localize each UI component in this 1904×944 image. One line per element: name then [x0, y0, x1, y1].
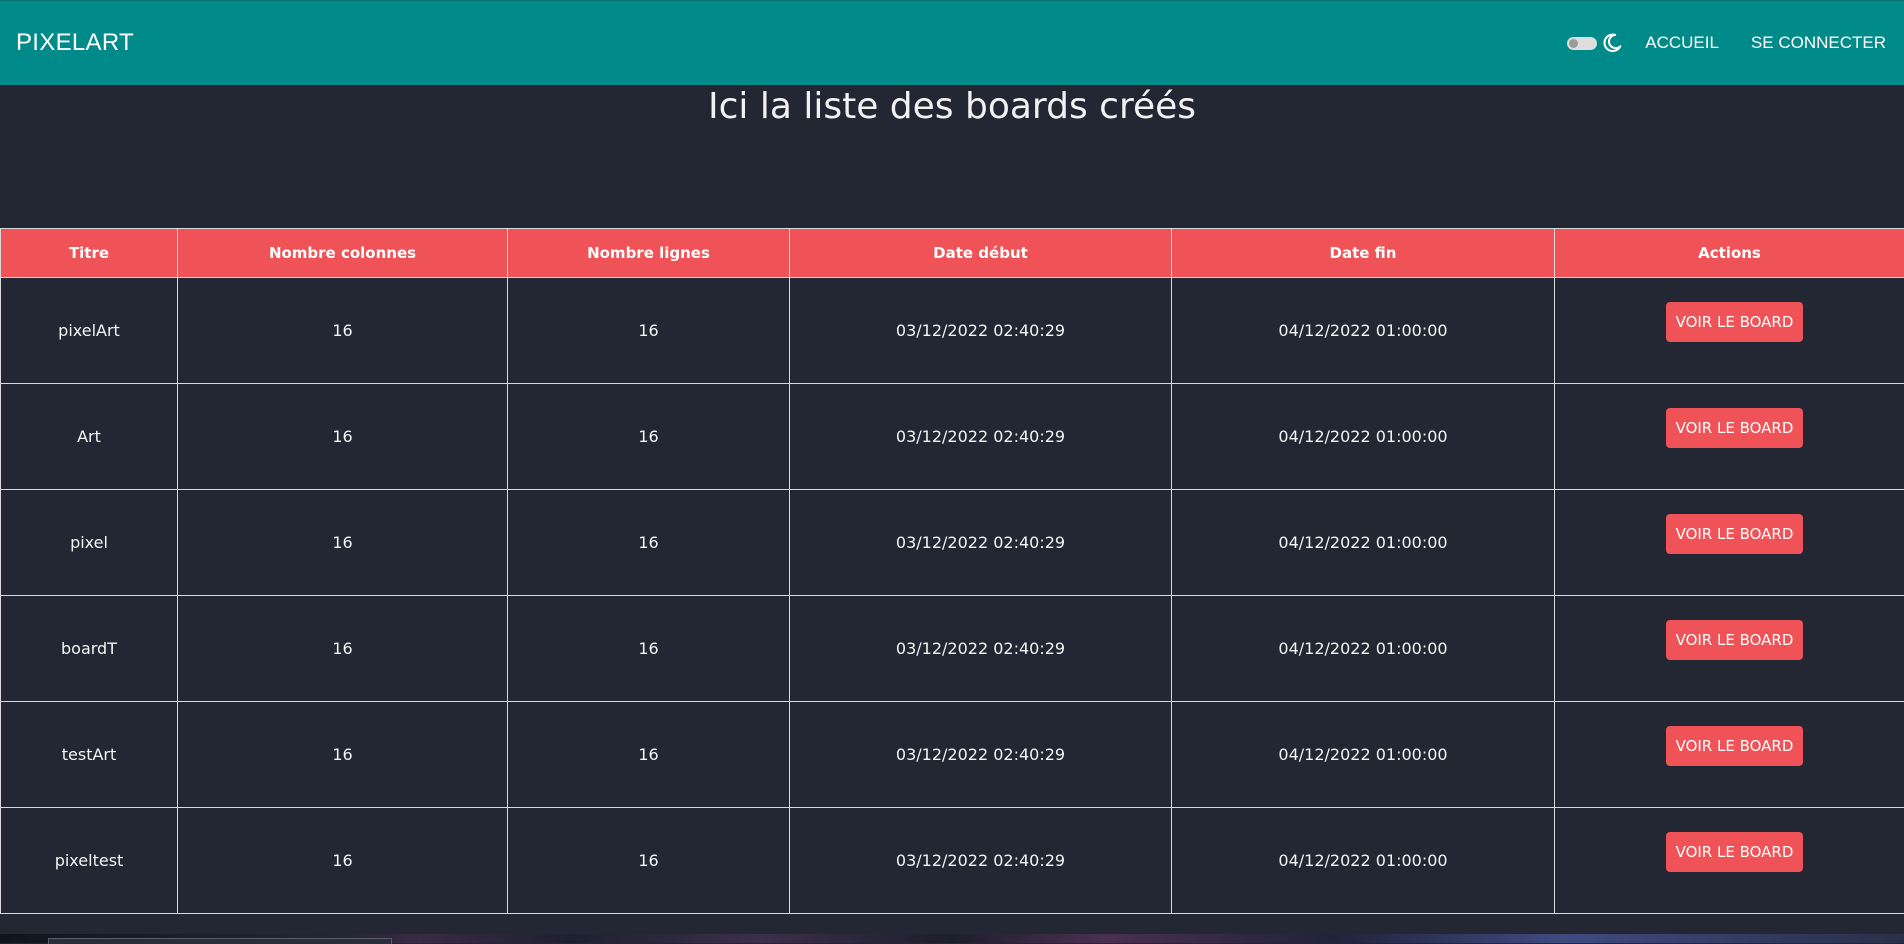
- cell-date-debut: 03/12/2022 02:40:29: [790, 702, 1172, 808]
- cell-date-debut: 03/12/2022 02:40:29: [790, 490, 1172, 596]
- cell-date-fin: 04/12/2022 01:00:00: [1172, 808, 1555, 914]
- cell-date-fin: 04/12/2022 01:00:00: [1172, 596, 1555, 702]
- cell-colonnes: 16: [178, 384, 508, 490]
- cell-date-debut: 03/12/2022 02:40:29: [790, 384, 1172, 490]
- taskbar-search-box[interactable]: [48, 938, 392, 944]
- header-nombre-colonnes: Nombre colonnes: [178, 229, 508, 278]
- cell-lignes: 16: [508, 490, 790, 596]
- voir-board-button[interactable]: VOIR LE BOARD: [1666, 726, 1804, 766]
- table-row: Art 16 16 03/12/2022 02:40:29 04/12/2022…: [1, 384, 1904, 490]
- navbar: PIXELART ACCUEIL SE CONNECTER: [0, 0, 1904, 85]
- voir-board-button[interactable]: VOIR LE BOARD: [1666, 620, 1804, 660]
- cell-colonnes: 16: [178, 808, 508, 914]
- cell-actions: VOIR LE BOARD: [1555, 278, 1904, 384]
- table-row: boardT 16 16 03/12/2022 02:40:29 04/12/2…: [1, 596, 1904, 702]
- theme-toggle[interactable]: [1567, 37, 1597, 50]
- cell-actions: VOIR LE BOARD: [1555, 384, 1904, 490]
- brand-logo[interactable]: PIXELART: [16, 29, 134, 57]
- cell-actions: VOIR LE BOARD: [1555, 702, 1904, 808]
- cell-colonnes: 16: [178, 596, 508, 702]
- nav-right: ACCUEIL SE CONNECTER: [1567, 27, 1886, 59]
- boards-table: Titre Nombre colonnes Nombre lignes Date…: [0, 228, 1904, 914]
- cell-lignes: 16: [508, 384, 790, 490]
- cell-lignes: 16: [508, 278, 790, 384]
- voir-board-button[interactable]: VOIR LE BOARD: [1666, 302, 1804, 342]
- cell-lignes: 16: [508, 808, 790, 914]
- page-title: Ici la liste des boards créés: [0, 86, 1904, 127]
- table-row: pixel 16 16 03/12/2022 02:40:29 04/12/20…: [1, 490, 1904, 596]
- toggle-knob: [1569, 39, 1578, 48]
- voir-board-button[interactable]: VOIR LE BOARD: [1666, 408, 1804, 448]
- cell-titre: pixeltest: [1, 808, 178, 914]
- cell-actions: VOIR LE BOARD: [1555, 808, 1904, 914]
- cell-date-fin: 04/12/2022 01:00:00: [1172, 490, 1555, 596]
- cell-colonnes: 16: [178, 490, 508, 596]
- table-row: testArt 16 16 03/12/2022 02:40:29 04/12/…: [1, 702, 1904, 808]
- cell-titre: testArt: [1, 702, 178, 808]
- header-actions: Actions: [1555, 229, 1904, 278]
- header-titre: Titre: [1, 229, 178, 278]
- cell-lignes: 16: [508, 702, 790, 808]
- cell-date-debut: 03/12/2022 02:40:29: [790, 596, 1172, 702]
- cell-titre: boardT: [1, 596, 178, 702]
- voir-board-button[interactable]: VOIR LE BOARD: [1666, 832, 1804, 872]
- cell-actions: VOIR LE BOARD: [1555, 596, 1904, 702]
- table-row: pixeltest 16 16 03/12/2022 02:40:29 04/1…: [1, 808, 1904, 914]
- voir-board-button[interactable]: VOIR LE BOARD: [1666, 514, 1804, 554]
- cell-actions: VOIR LE BOARD: [1555, 490, 1904, 596]
- table-row: pixelArt 16 16 03/12/2022 02:40:29 04/12…: [1, 278, 1904, 384]
- cell-colonnes: 16: [178, 278, 508, 384]
- cell-date-debut: 03/12/2022 02:40:29: [790, 278, 1172, 384]
- moon-icon[interactable]: [1601, 32, 1623, 54]
- cell-date-fin: 04/12/2022 01:00:00: [1172, 278, 1555, 384]
- header-nombre-lignes: Nombre lignes: [508, 229, 790, 278]
- cell-titre: pixel: [1, 490, 178, 596]
- cell-date-debut: 03/12/2022 02:40:29: [790, 808, 1172, 914]
- cell-colonnes: 16: [178, 702, 508, 808]
- header-date-fin: Date fin: [1172, 229, 1555, 278]
- cell-titre: Art: [1, 384, 178, 490]
- cell-lignes: 16: [508, 596, 790, 702]
- nav-link-accueil[interactable]: ACCUEIL: [1645, 33, 1719, 53]
- nav-link-se-connecter[interactable]: SE CONNECTER: [1751, 33, 1886, 53]
- cell-date-fin: 04/12/2022 01:00:00: [1172, 384, 1555, 490]
- table-header-row: Titre Nombre colonnes Nombre lignes Date…: [1, 229, 1904, 278]
- cell-date-fin: 04/12/2022 01:00:00: [1172, 702, 1555, 808]
- cell-titre: pixelArt: [1, 278, 178, 384]
- header-date-debut: Date début: [790, 229, 1172, 278]
